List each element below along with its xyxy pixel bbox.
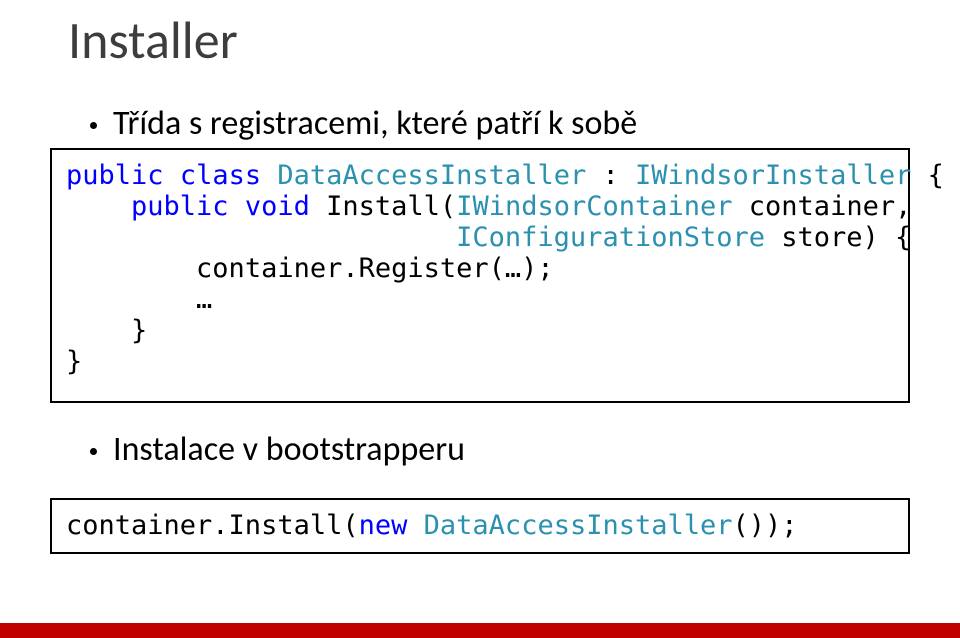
- code-text: store) {: [765, 222, 911, 253]
- code-text: [407, 510, 423, 541]
- bullet-row-2: Instalace v bootstrapperu: [90, 429, 465, 470]
- code-text: [66, 191, 131, 222]
- keyword: public: [131, 191, 229, 222]
- slide: Installer Třída s registracemi, které pa…: [0, 0, 960, 638]
- code-line: IConfigurationStore store) {: [66, 222, 894, 253]
- code-text: container.Install(: [66, 510, 359, 541]
- type-name: IConfigurationStore: [456, 222, 765, 253]
- code-line: container.Register(…);: [66, 253, 894, 284]
- bullet-text-1: Třída s registracemi, které patří k sobě: [113, 103, 637, 144]
- code-line: }: [66, 346, 894, 377]
- code-text: }: [66, 346, 82, 377]
- code-line: container.Install(new DataAccessInstalle…: [66, 510, 894, 541]
- code-text: …: [66, 284, 212, 315]
- code-text: ());: [733, 510, 798, 541]
- code-text: Install(: [310, 191, 456, 222]
- keyword: public: [66, 160, 164, 191]
- code-text: {: [911, 160, 944, 191]
- page-title: Installer: [68, 8, 238, 72]
- code-text: [66, 222, 456, 253]
- code-block-1: public class DataAccessInstaller : IWind…: [50, 148, 910, 403]
- type-name: DataAccessInstaller: [277, 160, 586, 191]
- keyword: void: [245, 191, 310, 222]
- type-name: IWindsorContainer: [456, 191, 732, 222]
- bullet-dot-icon: [90, 122, 97, 129]
- code-text: :: [586, 160, 635, 191]
- bullet-row-1: Třída s registracemi, které patří k sobě: [90, 103, 637, 144]
- type-name: IWindsorInstaller: [635, 160, 911, 191]
- code-line: public void Install(IWindsorContainer co…: [66, 191, 894, 222]
- code-line: …: [66, 284, 894, 315]
- type-name: DataAccessInstaller: [424, 510, 733, 541]
- keyword: class: [180, 160, 261, 191]
- code-text: container,: [733, 191, 912, 222]
- code-block-2: container.Install(new DataAccessInstalle…: [50, 498, 910, 554]
- code-line: public class DataAccessInstaller : IWind…: [66, 160, 894, 191]
- code-text: }: [66, 315, 147, 346]
- bullet-text-2: Instalace v bootstrapperu: [113, 429, 465, 470]
- code-text: container.Register(…);: [196, 253, 554, 284]
- code-text: [66, 253, 196, 284]
- keyword: new: [359, 510, 408, 541]
- accent-bar: [0, 623, 960, 638]
- code-line: }: [66, 315, 894, 346]
- bullet-dot-icon: [90, 448, 97, 455]
